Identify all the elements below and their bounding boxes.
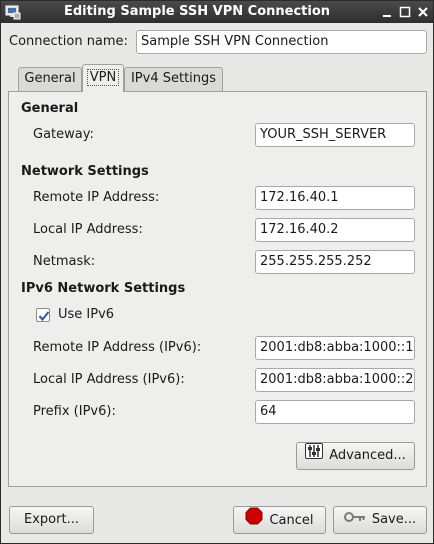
tab-vpn-label: VPN xyxy=(86,69,120,86)
dialog-window: Editing Sample SSH VPN Connection Connec… xyxy=(0,0,434,544)
section-ipv6-heading: IPv6 Network Settings xyxy=(21,281,186,296)
remote-ipv6-input[interactable]: 2001:db8:abba:1000::1 xyxy=(255,336,415,360)
local-ipv6-label: Local IP Address (IPv6): xyxy=(33,372,185,387)
prefix-ipv6-input[interactable]: 64 xyxy=(255,400,415,424)
minimize-icon[interactable] xyxy=(379,4,395,20)
close-icon[interactable] xyxy=(415,4,431,20)
netmask-input[interactable]: 255.255.255.252 xyxy=(255,250,415,274)
section-network-settings-heading: Network Settings xyxy=(21,164,149,179)
gateway-label: Gateway: xyxy=(33,127,94,142)
section-general-heading: General xyxy=(21,101,79,116)
netmask-label: Netmask: xyxy=(33,254,96,269)
tab-ipv4-settings[interactable]: IPv4 Settings xyxy=(124,67,223,91)
checkmark-icon xyxy=(38,311,50,322)
connection-name-input[interactable]: Sample SSH VPN Connection xyxy=(136,30,427,54)
use-ipv6-label[interactable]: Use IPv6 xyxy=(58,306,114,324)
save-button[interactable]: Save... xyxy=(333,506,427,534)
connection-name-label: Connection name: xyxy=(9,34,128,49)
gateway-input[interactable]: YOUR_SSH_SERVER xyxy=(255,123,415,147)
remote-ip-input[interactable]: 172.16.40.1 xyxy=(255,186,415,210)
local-ip-label: Local IP Address: xyxy=(33,222,143,237)
export-button[interactable]: Export... xyxy=(9,506,94,534)
advanced-button[interactable]: Advanced... xyxy=(296,442,415,470)
tab-general[interactable]: General xyxy=(18,67,82,91)
save-button-label: Save... xyxy=(371,512,417,527)
key-icon xyxy=(343,507,366,533)
cancel-button[interactable]: Cancel xyxy=(233,506,326,534)
local-ip-input[interactable]: 172.16.40.2 xyxy=(255,218,415,242)
advanced-button-label: Advanced... xyxy=(329,448,406,463)
network-connection-icon[interactable] xyxy=(5,4,21,20)
tab-vpn[interactable]: VPN xyxy=(82,64,124,92)
window-title: Editing Sample SSH VPN Connection xyxy=(63,4,331,19)
remote-ip-label: Remote IP Address: xyxy=(33,190,160,205)
cancel-button-label: Cancel xyxy=(269,513,314,528)
maximize-icon[interactable] xyxy=(397,4,413,20)
stop-icon xyxy=(245,507,263,535)
prefix-ipv6-label: Prefix (IPv6): xyxy=(33,404,116,419)
export-button-label: Export... xyxy=(24,512,79,527)
title-bar[interactable]: Editing Sample SSH VPN Connection xyxy=(1,1,433,23)
remote-ipv6-label: Remote IP Address (IPv6): xyxy=(33,340,202,355)
local-ipv6-input[interactable]: 2001:db8:abba:1000::2 xyxy=(255,368,415,392)
use-ipv6-checkbox[interactable] xyxy=(36,308,50,322)
preferences-icon xyxy=(305,443,324,469)
